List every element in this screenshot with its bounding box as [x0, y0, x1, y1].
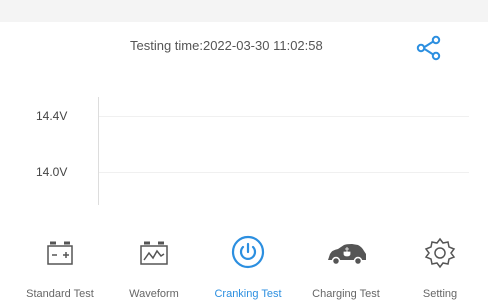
share-icon	[416, 35, 441, 61]
gear-icon	[424, 237, 456, 269]
testing-time: Testing time:2022-03-30 11:02:58	[130, 38, 323, 53]
car-icon	[328, 244, 366, 266]
y-tick-label: 14.0V	[36, 165, 68, 179]
bottom-nav: Standard Test Waveform Cranking Test Cha…	[0, 228, 488, 300]
testing-header: Testing time:2022-03-30 11:02:58	[0, 35, 488, 61]
nav-label: Waveform	[129, 288, 179, 300]
nav-label: Standard Test	[26, 288, 94, 300]
power-icon	[231, 235, 265, 269]
grid-line	[99, 172, 469, 173]
nav-cranking-test[interactable]: Cranking Test	[200, 228, 296, 300]
battery-icon	[47, 241, 73, 265]
nav-charging-test[interactable]: Charging Test	[298, 228, 394, 300]
nav-setting[interactable]: Setting	[392, 228, 488, 300]
nav-label: Charging Test	[312, 288, 380, 300]
share-button[interactable]	[415, 35, 443, 61]
voltage-chart: 14.4V 14.0V	[20, 95, 480, 215]
grid-line	[99, 116, 469, 117]
nav-label: Setting	[422, 288, 458, 300]
nav-standard-test[interactable]: Standard Test	[12, 228, 108, 300]
y-axis	[98, 97, 99, 205]
top-strip	[0, 0, 488, 22]
nav-waveform[interactable]: Waveform	[106, 228, 202, 300]
waveform-icon	[140, 241, 168, 265]
nav-label: Cranking Test	[214, 288, 282, 300]
y-tick-label: 14.4V	[36, 109, 68, 123]
